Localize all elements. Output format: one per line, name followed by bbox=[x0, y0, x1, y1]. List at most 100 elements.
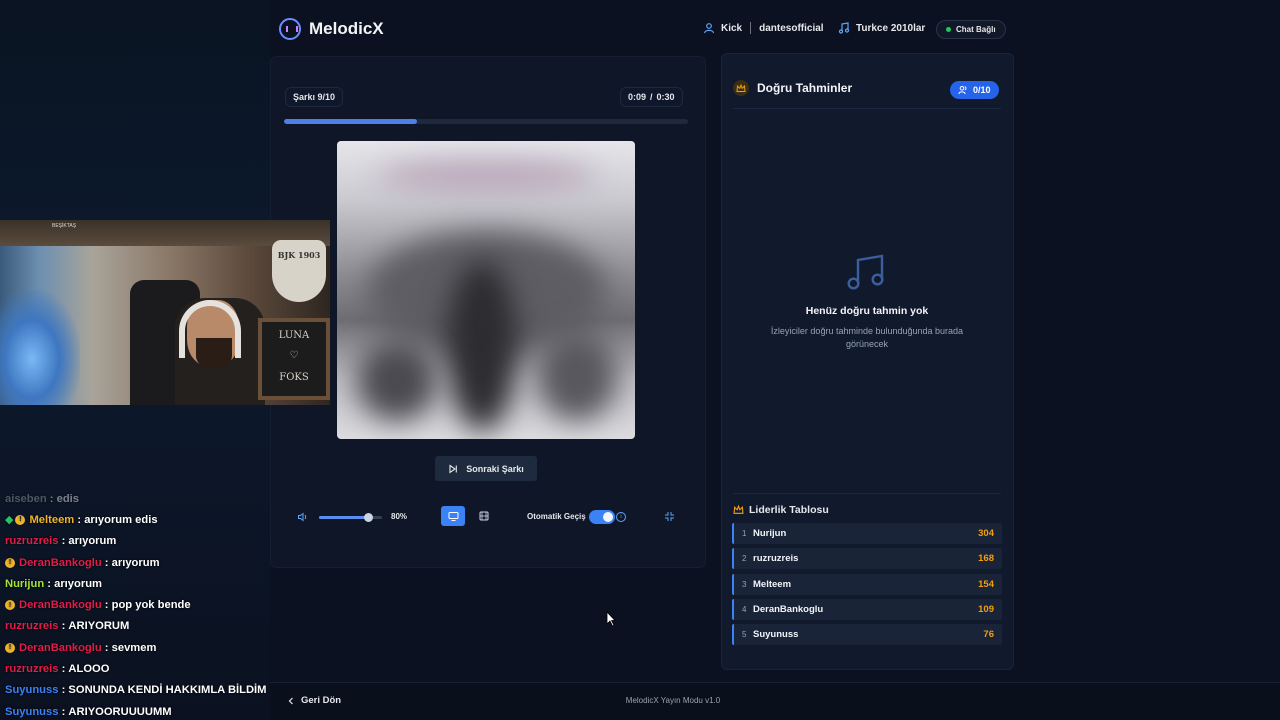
chat-message: ! DeranBankoglu : pop yok bende bbox=[5, 594, 273, 615]
volume-slider-handle[interactable] bbox=[364, 513, 374, 522]
leaderboard-rank: 4 bbox=[742, 604, 747, 614]
leaderboard-name: Melteem bbox=[753, 578, 792, 590]
empty-guesses-subtitle: İzleyiciler doğru tahminde bulunduğunda … bbox=[770, 326, 964, 349]
chat-text: pop yok bende bbox=[111, 599, 191, 612]
chat-message: ruzruzreis : arıyorum bbox=[5, 531, 273, 552]
chat-separator: : bbox=[74, 513, 85, 526]
badge-icon: ! bbox=[5, 600, 15, 611]
info-icon[interactable]: i bbox=[616, 512, 626, 522]
webcam-chalkboard: LUNA ♡ FOKS bbox=[258, 318, 330, 400]
app-name: MelodicX bbox=[309, 19, 384, 38]
chat-status-label: Chat Bağlı bbox=[956, 25, 996, 34]
guesses-title: Doğru Tahminler bbox=[757, 81, 853, 95]
chat-message: aiseben : edis bbox=[5, 488, 273, 509]
chat-separator: : bbox=[58, 620, 69, 633]
chat-message: ! DeranBankoglu : arıyorum bbox=[5, 552, 273, 573]
chat-message: Suyunuss : SONUNDA KENDİ HAKKIMLA BİLDİM bbox=[5, 680, 273, 701]
leaderboard-row: 3 Melteem 154 bbox=[732, 573, 1002, 595]
chat-text: arıyorum edis bbox=[84, 513, 158, 526]
leaderboard-row: 5 Suyunuss 76 bbox=[732, 624, 1002, 646]
leaderboard-score: 109 bbox=[978, 603, 994, 615]
headphones-icon bbox=[179, 300, 241, 358]
song-timer: 0:09 / 0:30 bbox=[620, 87, 683, 107]
back-button[interactable]: Geri Dön bbox=[287, 695, 341, 706]
chat-username: ruzruzreis bbox=[5, 535, 59, 548]
chat-status-badge[interactable]: Chat Bağlı bbox=[936, 20, 1006, 39]
guesses-divider bbox=[733, 108, 1001, 109]
chat-username: Melteem bbox=[29, 513, 75, 526]
crest-text: BJK 1903 bbox=[277, 250, 321, 260]
song-counter: Şarkı 9/10 bbox=[285, 87, 344, 107]
music-note-icon bbox=[838, 22, 850, 34]
channel-info: Kick dantesofficial bbox=[703, 22, 824, 34]
next-song-button[interactable]: Sonraki Şarkı bbox=[435, 456, 537, 481]
film-icon bbox=[479, 511, 489, 521]
playlist-name: Turkce 2010lar bbox=[856, 22, 926, 34]
auto-advance-toggle[interactable] bbox=[589, 510, 615, 524]
monitor-mode-button[interactable] bbox=[441, 506, 465, 526]
chat-message: ◆! Melteem : arıyorum edis bbox=[5, 509, 273, 530]
mouse-cursor-icon bbox=[606, 611, 616, 627]
chat-text: SONUNDA KENDİ HAKKIMLA BİLDİM bbox=[68, 684, 267, 697]
skip-forward-icon bbox=[449, 463, 458, 474]
chat-username: ruzruzreis bbox=[5, 663, 59, 676]
leaderboard-score: 154 bbox=[978, 578, 994, 590]
board-line-3: FOKS bbox=[279, 372, 309, 383]
footer-bar bbox=[270, 682, 1280, 720]
leaderboard-divider bbox=[733, 493, 1001, 494]
diamond-badge-icon: ◆ bbox=[5, 514, 14, 527]
channel-name: dantesofficial bbox=[759, 22, 824, 34]
webcam-crest: BJK 1903 bbox=[272, 240, 326, 302]
chat-username: Suyunuss bbox=[5, 705, 59, 718]
chat-separator: : bbox=[101, 641, 112, 654]
video-mode-button[interactable] bbox=[474, 506, 494, 526]
song-progress-fill bbox=[284, 119, 418, 124]
crown-icon bbox=[733, 505, 744, 514]
next-song-label: Sonraki Şarkı bbox=[466, 463, 524, 474]
time-total: 0:30 bbox=[656, 92, 675, 102]
webcam-light bbox=[0, 290, 80, 405]
time-current: 0:09 bbox=[628, 92, 647, 102]
chat-separator: : bbox=[46, 492, 57, 505]
empty-guesses-title: Henüz doğru tahmin yok bbox=[805, 305, 929, 317]
board-line-2: ♡ bbox=[289, 350, 299, 361]
chat-username: ruzruzreis bbox=[5, 620, 59, 633]
player-controls: 80% Otomatik Geçiş i bbox=[286, 503, 686, 531]
volume-slider[interactable] bbox=[319, 513, 382, 522]
music-note-icon bbox=[847, 254, 884, 290]
chat-text: ARIYOORUUUUMM bbox=[68, 705, 172, 718]
headphones-icon bbox=[279, 18, 301, 40]
chat-text: arıyorum bbox=[54, 577, 102, 590]
auto-advance-label: Otomatik Geçiş bbox=[527, 512, 586, 521]
monitor-icon bbox=[448, 511, 458, 521]
chat-text: arıyorum bbox=[68, 535, 117, 548]
chat-message: ruzruzreis : ALOOO bbox=[5, 658, 273, 679]
leaderboard-name: DeranBankoglu bbox=[753, 603, 824, 615]
leaderboard-row: 4 DeranBankoglu 109 bbox=[732, 598, 1002, 620]
leaderboard-name: Suyunuss bbox=[753, 629, 799, 641]
leaderboard-rank: 5 bbox=[742, 630, 747, 640]
chat-separator: : bbox=[44, 577, 55, 590]
leaderboard-score: 304 bbox=[978, 528, 994, 539]
webcam-feed: BEŞİKTAŞ BJK 1903 LUNA ♡ FOKS bbox=[0, 220, 330, 405]
chat-separator: : bbox=[101, 556, 112, 569]
chat-message: ruzruzreis : ARIYORUM bbox=[5, 616, 273, 637]
leaderboard-name: ruzruzreis bbox=[753, 553, 799, 565]
chat-username: Nurijun bbox=[5, 577, 45, 590]
crown-icon bbox=[733, 80, 749, 96]
chat-text: ALOOO bbox=[68, 663, 110, 676]
leaderboard-header: Liderlik Tablosu bbox=[733, 504, 829, 516]
platform-name: Kick bbox=[721, 22, 743, 34]
app-logo[interactable]: MelodicX bbox=[279, 18, 384, 40]
leaderboard-list: 1 Nurijun 304 2 ruzruzreis 168 3 Melteem 154 4 Der… bbox=[732, 523, 1002, 649]
collapse-icon[interactable] bbox=[664, 511, 675, 522]
chevron-left-icon bbox=[288, 697, 293, 704]
volume-icon[interactable] bbox=[297, 511, 309, 523]
chat-username: Suyunuss bbox=[5, 684, 59, 697]
chat-text: arıyorum bbox=[111, 556, 160, 569]
leaderboard-title: Liderlik Tablosu bbox=[749, 504, 829, 516]
chat-message: Nurijun : arıyorum bbox=[5, 573, 273, 594]
guesses-count-badge: 0/10 bbox=[950, 81, 999, 99]
leaderboard-rank: 3 bbox=[742, 579, 747, 589]
chat-overlay: aiseben : edis ◆! Melteem : arıyorum edis r… bbox=[5, 488, 273, 720]
